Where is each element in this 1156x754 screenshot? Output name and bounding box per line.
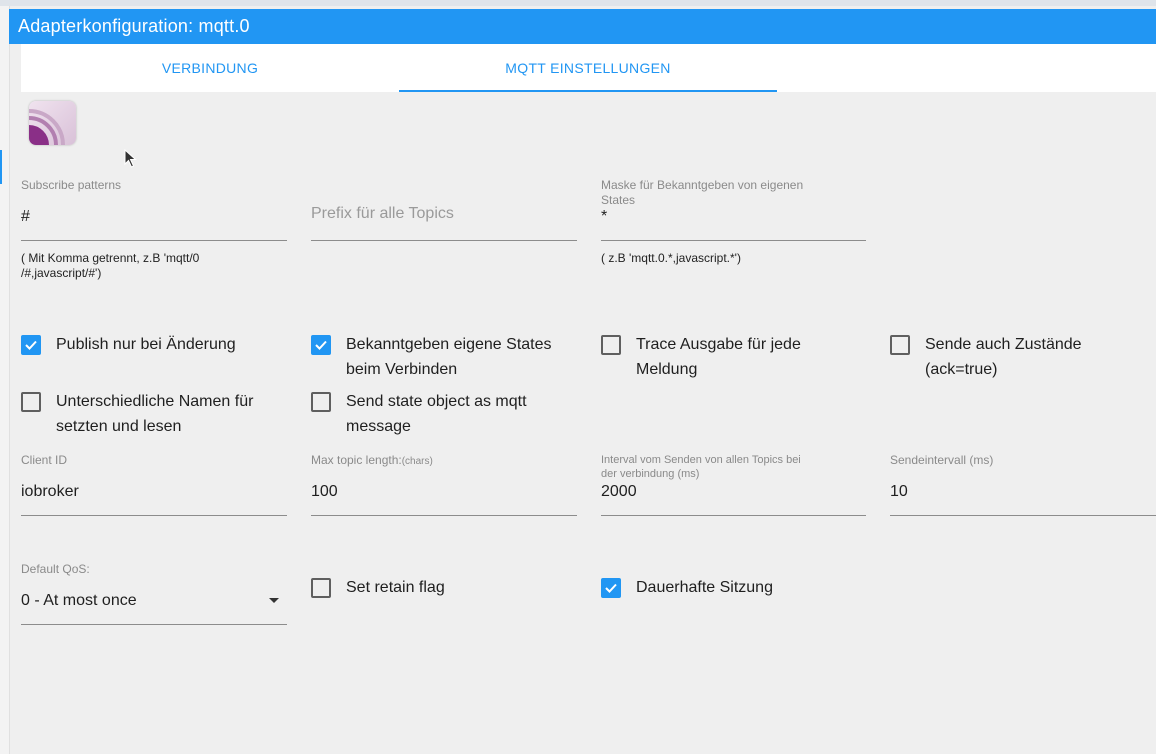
- checkbox-different-names[interactable]: Unterschiedliche Namen für setzten und le…: [21, 391, 291, 439]
- send-interval-underline: [890, 515, 1156, 516]
- checkbox-label-line1: Trace Ausgabe für jede: [636, 336, 801, 353]
- interval-all-topics-label-line1: Interval vom Senden von allen Topics bei: [601, 454, 801, 466]
- checkbox-checked-icon[interactable]: [601, 578, 621, 598]
- mask-underline: [601, 240, 866, 241]
- subscribe-patterns-hint-line1: ( Mit Komma getrennt, z.B 'mqtt/0: [21, 251, 200, 265]
- checkbox-label-line2: Meldung: [636, 361, 698, 378]
- mask-label-line2: States: [601, 193, 636, 207]
- default-qos-field[interactable]: Default QoS: 0 - At most once: [21, 562, 287, 626]
- checkbox-announce-states[interactable]: Bekanntgeben eigene States beim Verbinden: [311, 334, 581, 382]
- subscribe-patterns-underline: [21, 240, 287, 241]
- checkbox-label-line2: beim Verbinden: [346, 361, 458, 378]
- max-topic-length-field: Max topic length:(chars) 100: [311, 453, 577, 517]
- mouse-cursor-icon: [124, 149, 137, 168]
- sidebar-active-marker: [0, 150, 2, 184]
- dialog-title: Adapterkonfiguration: mqtt.0: [9, 9, 1156, 44]
- checkbox-unchecked-icon[interactable]: [21, 392, 41, 412]
- max-topic-length-label-text: Max topic length:: [311, 453, 402, 467]
- checkbox-trace-output[interactable]: Trace Ausgabe für jede Meldung: [601, 334, 871, 382]
- checkbox-label-line1: Dauerhafte Sitzung: [636, 579, 773, 596]
- max-topic-length-unit: (chars): [401, 456, 433, 467]
- subscribe-patterns-label: Subscribe patterns: [21, 178, 122, 192]
- checkbox-unchecked-icon[interactable]: [311, 392, 331, 412]
- client-id-label: Client ID: [21, 453, 68, 467]
- mask-hint: ( z.B 'mqtt.0.*,javascript.*'): [601, 251, 741, 265]
- checkbox-label: Trace Ausgabe für jede Meldung: [636, 332, 801, 382]
- checkbox-unchecked-icon[interactable]: [311, 578, 331, 598]
- checkbox-checked-icon[interactable]: [21, 335, 41, 355]
- default-qos-select[interactable]: 0 - At most once: [21, 592, 137, 610]
- mask-field: Maske für Bekanntgeben von eigenen State…: [601, 178, 866, 278]
- checkbox-label-line1: Set retain flag: [346, 579, 445, 596]
- client-id-input[interactable]: iobroker: [21, 483, 79, 501]
- checkbox-persistent-session[interactable]: Dauerhafte Sitzung: [601, 577, 871, 600]
- interval-all-topics-field: Interval vom Senden von allen Topics bei…: [601, 453, 866, 517]
- prefix-field: Prefix für alle Topics: [311, 178, 577, 248]
- prefix-underline: [311, 240, 577, 241]
- checkbox-label-line2: message: [346, 418, 411, 435]
- default-qos-underline: [21, 624, 287, 625]
- subscribe-patterns-hint-line2: /#,javascript/#'): [21, 266, 102, 280]
- checkbox-label-line1: Sende auch Zustände: [925, 336, 1082, 353]
- checkbox-label-line1: Unterschiedliche Namen für: [56, 393, 254, 410]
- mqtt-logo-icon: [29, 101, 76, 145]
- checkbox-unchecked-icon[interactable]: [890, 335, 910, 355]
- send-interval-label: Sendeintervall (ms): [890, 453, 994, 467]
- checkbox-publish-on-change[interactable]: Publish nur bei Änderung: [21, 334, 291, 357]
- mask-input[interactable]: *: [601, 208, 607, 226]
- client-id-field: Client ID iobroker: [21, 453, 287, 517]
- subscribe-patterns-input[interactable]: #: [21, 208, 30, 226]
- interval-all-topics-underline: [601, 515, 866, 516]
- max-topic-length-underline: [311, 515, 577, 516]
- checkbox-label: Publish nur bei Änderung: [56, 332, 236, 357]
- default-qos-label: Default QoS:: [21, 562, 90, 576]
- checkbox-unchecked-icon[interactable]: [601, 335, 621, 355]
- checkbox-checked-icon[interactable]: [311, 335, 331, 355]
- send-interval-field: Sendeintervall (ms) 10: [890, 453, 1156, 517]
- dropdown-arrow-icon[interactable]: [269, 598, 279, 603]
- top-strip: [0, 0, 1156, 6]
- checkbox-label-line1: Bekanntgeben eigene States: [346, 336, 552, 353]
- interval-all-topics-label-line2: der verbindung (ms): [601, 468, 700, 480]
- checkbox-label: Send state object as mqtt message: [346, 389, 527, 439]
- checkbox-label-line2: setzten und lesen: [56, 418, 182, 435]
- checkbox-label: Sende auch Zustände (ack=true): [925, 332, 1082, 382]
- interval-all-topics-input[interactable]: 2000: [601, 483, 637, 501]
- send-interval-input[interactable]: 10: [890, 483, 908, 501]
- prefix-input[interactable]: Prefix für alle Topics: [311, 205, 454, 223]
- left-sidebar-edge: [0, 6, 10, 754]
- max-topic-length-input[interactable]: 100: [311, 483, 338, 501]
- checkbox-label-line1: Send state object as mqtt: [346, 393, 527, 410]
- checkbox-retain-flag[interactable]: Set retain flag: [311, 577, 581, 600]
- checkbox-label: Dauerhafte Sitzung: [636, 575, 773, 600]
- checkbox-label: Set retain flag: [346, 575, 445, 600]
- mask-label-line1: Maske für Bekanntgeben von eigenen: [601, 178, 804, 192]
- client-id-underline: [21, 515, 287, 516]
- checkbox-state-object[interactable]: Send state object as mqtt message: [311, 391, 581, 439]
- checkbox-send-ack[interactable]: Sende auch Zustände (ack=true): [890, 334, 1150, 382]
- checkbox-label-line1: Publish nur bei Änderung: [56, 336, 236, 353]
- subscribe-patterns-field: Subscribe patterns # ( Mit Komma getrenn…: [21, 178, 287, 288]
- checkbox-label-line2: (ack=true): [925, 361, 998, 378]
- tab-bar: VERBINDUNG MQTT EINSTELLUNGEN: [21, 44, 1156, 92]
- tab-verbindung[interactable]: VERBINDUNG: [21, 44, 399, 92]
- tab-mqtt-einstellungen[interactable]: MQTT EINSTELLUNGEN: [399, 44, 777, 92]
- checkbox-label: Unterschiedliche Namen für setzten und le…: [56, 389, 253, 439]
- max-topic-length-label: Max topic length:(chars): [311, 453, 433, 469]
- checkbox-label: Bekanntgeben eigene States beim Verbinden: [346, 332, 552, 382]
